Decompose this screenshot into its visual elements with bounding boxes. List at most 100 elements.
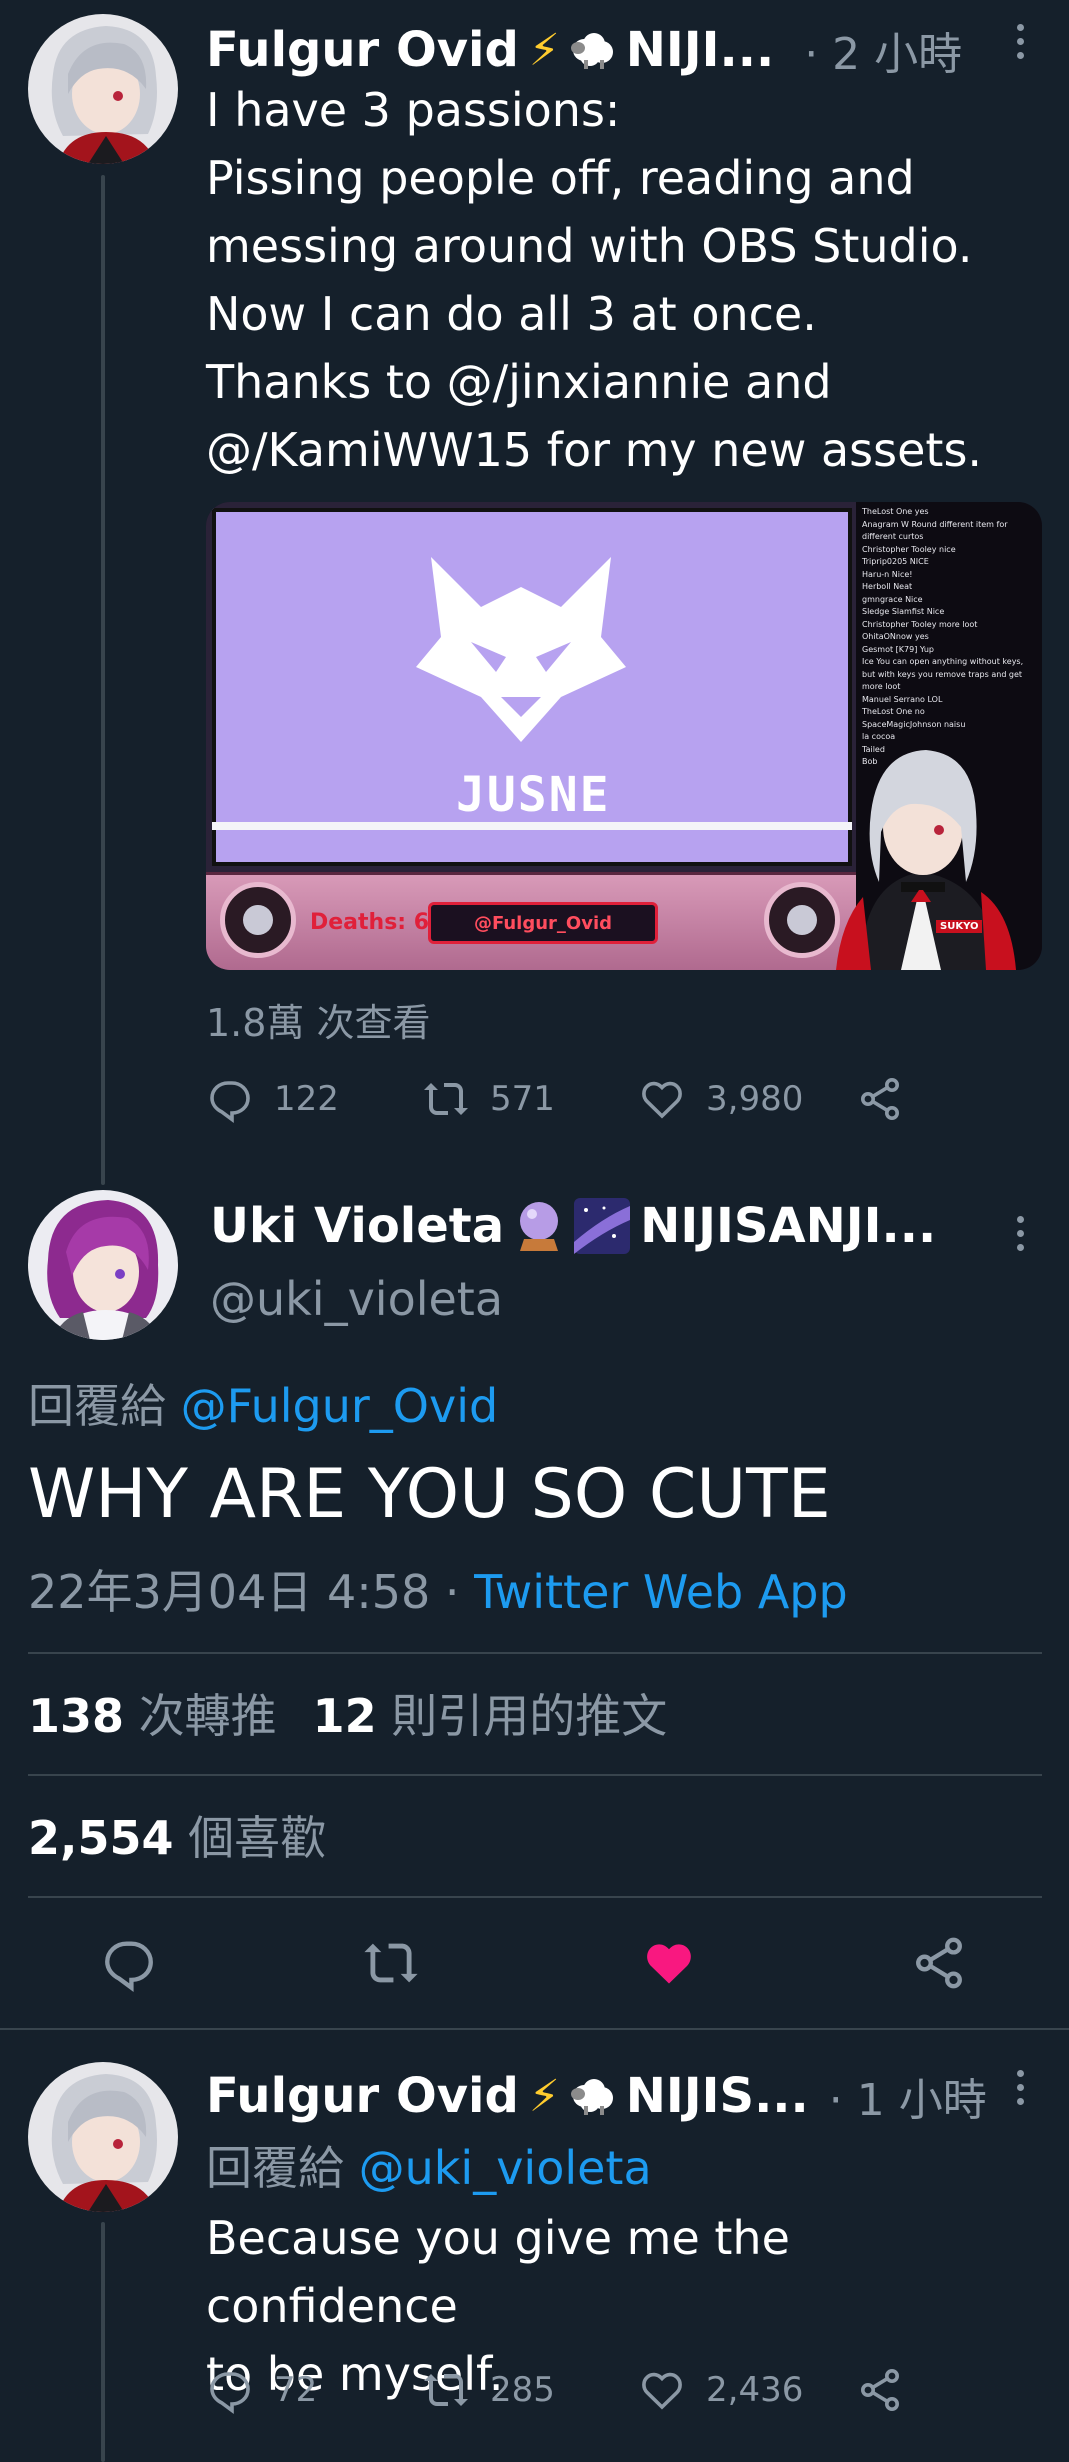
more-options-icon[interactable] <box>1010 1216 1030 1251</box>
quote-total: 12 <box>312 1689 377 1743</box>
avatar-fulgur[interactable] <box>28 2062 178 2212</box>
reply-icon <box>105 1941 153 1992</box>
share-button[interactable] <box>856 2366 904 2414</box>
chat-line: Ice You can open anything without keys, … <box>862 657 1024 691</box>
avatar-uki[interactable] <box>28 1190 178 1340</box>
share-button[interactable] <box>910 1934 968 1996</box>
section-divider <box>0 2028 1069 2030</box>
reply-context: 回覆給 @Fulgur_Ovid <box>28 1370 498 1436</box>
focused-tweet-text: WHY ARE YOU SO CUTE <box>28 1455 831 1534</box>
speaker-left-icon <box>220 882 296 958</box>
chat-line: OhitaONnow yes <box>862 632 929 641</box>
tweet-text-line: I have 3 passions: <box>206 83 621 137</box>
retweet-button[interactable] <box>362 1934 420 1996</box>
tweet-time[interactable]: · 2 小時 <box>804 18 962 82</box>
like-count: 3,980 <box>706 1079 804 1119</box>
lightning-emoji-icon: ⚡ <box>528 24 560 76</box>
tweet-datetime[interactable]: 22年3月04日 4:58 · <box>28 1565 460 1619</box>
retweet-count: 285 <box>490 2370 555 2410</box>
retweet-stat-label: 次轉推 <box>138 1689 277 1743</box>
tweet3-actions: 72 285 2,436 <box>206 2366 1036 2422</box>
like-total: 2,554 <box>28 1811 174 1865</box>
reply-button[interactable] <box>100 1934 158 1996</box>
thread-line-bottom <box>101 2222 105 2462</box>
deaths-counter: Deaths: 6 <box>310 910 430 935</box>
sheep-emoji-icon <box>570 2076 616 2116</box>
chat-line: TheLost One yes <box>862 507 929 516</box>
heart-icon <box>642 2372 682 2410</box>
reply-button[interactable]: 72 <box>206 2366 317 2414</box>
display-name[interactable]: Fulgur Ovid <box>206 22 519 78</box>
display-name[interactable]: Uki Violeta <box>210 1198 504 1254</box>
handle-plate: @Fulgur_Ovid <box>428 902 658 944</box>
vtuber-model-image <box>836 750 1016 970</box>
vtuber-badge: SUKYO <box>936 920 983 933</box>
retweet-count: 571 <box>490 1079 555 1119</box>
retweet-icon <box>424 1083 468 1115</box>
retweet-icon <box>364 1943 418 1983</box>
tweet-source-link[interactable]: Twitter Web App <box>474 1565 848 1619</box>
retweet-total: 138 <box>28 1689 125 1743</box>
tweet-time[interactable]: · 1 小時 <box>829 2064 987 2128</box>
reply-button[interactable]: 122 <box>206 1075 339 1123</box>
like-button[interactable]: 3,980 <box>638 1075 803 1123</box>
more-options-icon[interactable] <box>1010 2070 1030 2105</box>
logo-text: JUSNE <box>456 767 611 823</box>
tweet-text-line: Pissing people off, reading and <box>206 151 915 205</box>
user-handle[interactable]: @uki_violeta <box>210 1272 503 1326</box>
divider <box>28 1652 1042 1654</box>
display-name-suffix[interactable]: NIJI... <box>626 22 774 78</box>
reply-icon <box>210 1081 250 1123</box>
tweet3-header: Fulgur Ovid ⚡ NIJIS... · 1 小時 <box>206 2064 987 2128</box>
engagement-stats: 138 次轉推 12 則引用的推文 <box>28 1680 667 1746</box>
tweet-text-line: @/KamiWW15 for my new assets. <box>206 423 983 477</box>
reply-prefix: 回覆給 <box>28 1379 166 1433</box>
handle-plate-text: @Fulgur_Ovid <box>473 912 613 934</box>
quote-stat[interactable]: 12 則引用的推文 <box>313 1680 668 1746</box>
reply-to-link[interactable]: @uki_violeta <box>359 2141 652 2195</box>
reply-icon <box>210 2372 250 2414</box>
reply-to-link[interactable]: @Fulgur_Ovid <box>181 1379 499 1433</box>
heart-icon <box>642 1081 682 1119</box>
reply-context: 回覆給 @uki_violeta <box>206 2132 652 2198</box>
tweet-text-line: messing around with OBS Studio. <box>206 219 973 273</box>
tweet-media-image[interactable]: JUSNE Deaths: 6 @Fulgur_Ovid TheLost One… <box>206 502 1042 970</box>
retweet-button[interactable]: 571 <box>422 1075 555 1123</box>
chat-line: SpaceMagicJohnson naisu <box>862 719 966 729</box>
like-button[interactable]: 2,436 <box>638 2366 803 2414</box>
retweet-button[interactable]: 285 <box>422 2366 555 2414</box>
crystal-ball-emoji-icon <box>514 1199 564 1253</box>
like-stat-label: 個喜歡 <box>188 1811 327 1865</box>
share-icon <box>861 2369 899 2411</box>
like-count: 2,436 <box>706 2370 804 2410</box>
thread-line-top <box>101 175 105 1185</box>
chat-line: Haru-n Nice! <box>862 569 913 579</box>
tweet-meta: 22年3月04日 4:58 · Twitter Web App <box>28 1556 848 1622</box>
more-options-icon[interactable] <box>1010 24 1030 59</box>
share-button[interactable] <box>856 1075 904 1123</box>
chat-line: gmngrace Nice <box>862 594 923 604</box>
like-button-active[interactable] <box>640 1934 698 1996</box>
chat-line: Triprip0205 NICE <box>862 557 929 566</box>
tweet-text-line: Because you give me the confidence <box>206 2211 790 2333</box>
display-name[interactable]: Fulgur Ovid <box>206 2068 519 2124</box>
chat-line: Sledge Slamfist Nice <box>862 607 945 616</box>
chat-line: Anagram W Round different item for diffe… <box>862 519 1008 542</box>
retweet-stat[interactable]: 138 次轉推 <box>28 1680 277 1746</box>
share-icon <box>916 1937 962 1989</box>
chat-line: Christopher Tooley more loot <box>862 619 978 629</box>
chat-line: Gesmot [K79] Yup <box>862 644 934 654</box>
retweet-icon <box>424 2374 468 2406</box>
display-name-suffix[interactable]: NIJISANJI... <box>640 1198 936 1254</box>
reply-count: 72 <box>274 2370 318 2410</box>
like-stat[interactable]: 2,554 個喜歡 <box>28 1802 326 1868</box>
tweet-text: I have 3 passions: Pissing people off, r… <box>206 76 1036 484</box>
chat-line: Herboll Neat <box>862 582 913 591</box>
view-count[interactable]: 1.8萬 次查看 <box>206 992 431 1047</box>
sheep-emoji-icon <box>570 30 616 70</box>
avatar-fulgur[interactable] <box>28 14 178 164</box>
chat-line: Manuel Serrano LOL <box>862 694 943 704</box>
display-name-suffix[interactable]: NIJIS... <box>626 2068 809 2124</box>
tweet-text-line: Now I can do all 3 at once. <box>206 287 817 341</box>
heart-filled-icon <box>647 1944 691 1984</box>
